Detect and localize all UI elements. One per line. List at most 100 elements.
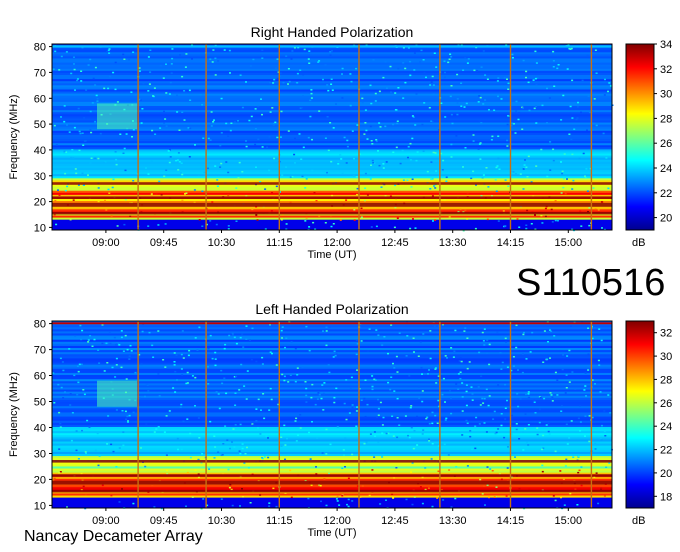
- interference-band: [52, 211, 612, 215]
- heatmap-cell: [72, 157, 75, 159]
- heatmap-cell: [275, 185, 278, 188]
- heatmap-cell: [234, 404, 237, 406]
- heatmap-cell: [326, 171, 328, 174]
- heatmap-cell: [125, 378, 128, 380]
- colorbar-tick-label: 20: [660, 468, 672, 480]
- heatmap-cell: [186, 382, 189, 384]
- heatmap-cell: [105, 342, 108, 345]
- heatmap-cell: [565, 387, 568, 389]
- y-tick-label: 20: [34, 474, 46, 486]
- heatmap-cell: [321, 384, 324, 386]
- heatmap-cell: [531, 331, 534, 334]
- heatmap-cell: [289, 469, 292, 472]
- heatmap-cell: [534, 214, 536, 216]
- heatmap-cell: [461, 396, 464, 398]
- heatmap-cell: [550, 330, 553, 332]
- heatmap-cell: [282, 81, 285, 84]
- heatmap-cell: [325, 504, 328, 507]
- heatmap-cell: [170, 72, 173, 74]
- heatmap-cell: [158, 180, 161, 183]
- heatmap-cell: [421, 400, 424, 403]
- heatmap-cell: [435, 382, 438, 384]
- heatmap-cell: [570, 138, 573, 141]
- heatmap-cell: [419, 61, 422, 63]
- heatmap-cell: [460, 105, 463, 107]
- heatmap-cell: [407, 47, 410, 49]
- heatmap-cell: [475, 416, 478, 419]
- y-tick-label: 70: [34, 67, 46, 79]
- heatmap-cell: [325, 344, 328, 347]
- heatmap-cell: [262, 393, 265, 395]
- heatmap-cell: [353, 219, 356, 221]
- heatmap-cell: [302, 95, 304, 97]
- heatmap-cell: [63, 151, 66, 154]
- heatmap-cell: [480, 375, 483, 377]
- heatmap-cell: [527, 424, 530, 426]
- heatmap-cell: [89, 335, 92, 337]
- heatmap-cell: [431, 505, 434, 508]
- heatmap-cell: [535, 122, 538, 124]
- heatmap-cell: [500, 413, 503, 415]
- heatmap-cell: [284, 458, 286, 461]
- colorbar: [625, 320, 655, 509]
- heatmap-cell: [562, 478, 565, 480]
- heatmap-cell: [605, 157, 608, 159]
- heatmap-cell: [566, 355, 569, 357]
- heatmap-cell: [242, 346, 245, 348]
- heatmap-cell: [395, 467, 398, 469]
- heatmap-cell: [294, 380, 297, 383]
- heatmap-cell: [563, 153, 566, 155]
- heatmap-cell: [544, 215, 547, 218]
- heatmap-cell: [435, 66, 438, 68]
- heatmap-cell: [413, 52, 416, 54]
- heatmap-cell: [443, 60, 446, 62]
- heatmap-cell: [97, 187, 100, 189]
- heatmap-cell: [393, 390, 396, 392]
- heatmap-cell: [223, 347, 226, 350]
- heatmap-cell: [428, 440, 431, 442]
- heatmap-cell: [107, 188, 110, 191]
- heatmap-cell: [522, 333, 525, 336]
- heatmap-cell: [308, 62, 311, 64]
- heatmap-cell: [493, 496, 496, 498]
- heatmap-cell: [385, 499, 387, 501]
- heatmap-cell: [543, 330, 546, 332]
- heatmap-cell: [103, 370, 106, 372]
- heatmap-cell: [182, 420, 185, 423]
- heatmap-cell: [361, 97, 364, 100]
- heatmap-cell: [461, 410, 464, 412]
- heatmap-cell: [233, 121, 236, 123]
- heatmap-cell: [165, 92, 168, 94]
- heatmap-cell: [466, 62, 469, 64]
- heatmap-cell: [246, 446, 248, 449]
- heatmap-cell: [228, 486, 231, 489]
- heatmap-cell: [198, 219, 201, 221]
- heatmap-cell: [280, 436, 283, 438]
- colorbar-tick-label: 22: [660, 445, 672, 457]
- heatmap-cell: [526, 209, 529, 212]
- heatmap-cell: [390, 91, 392, 93]
- heatmap-cell: [376, 416, 378, 418]
- heatmap-cell: [180, 448, 183, 451]
- heatmap-cell: [217, 451, 220, 453]
- y-axis-label: Frequency (MHz): [8, 372, 20, 457]
- heatmap-cell: [214, 165, 217, 167]
- heatmap-cell: [433, 185, 436, 187]
- heatmap-cell: [470, 386, 473, 388]
- heatmap-cell: [584, 435, 586, 437]
- heatmap-cell: [374, 92, 377, 95]
- heatmap-cell: [164, 118, 167, 120]
- heatmap-cell: [305, 401, 308, 403]
- heatmap-cell: [197, 476, 200, 479]
- heatmap-cell: [427, 373, 429, 375]
- heatmap-cell: [579, 210, 582, 212]
- heatmap-cell: [585, 395, 587, 397]
- heatmap-cell: [165, 125, 168, 127]
- heatmap-cell: [374, 100, 377, 102]
- heatmap-cell: [322, 78, 324, 81]
- heatmap-cell: [366, 403, 369, 406]
- heatmap-cell: [381, 432, 384, 434]
- heatmap-cell: [546, 87, 548, 90]
- heatmap-cell: [114, 61, 117, 64]
- heatmap-cell: [597, 502, 600, 505]
